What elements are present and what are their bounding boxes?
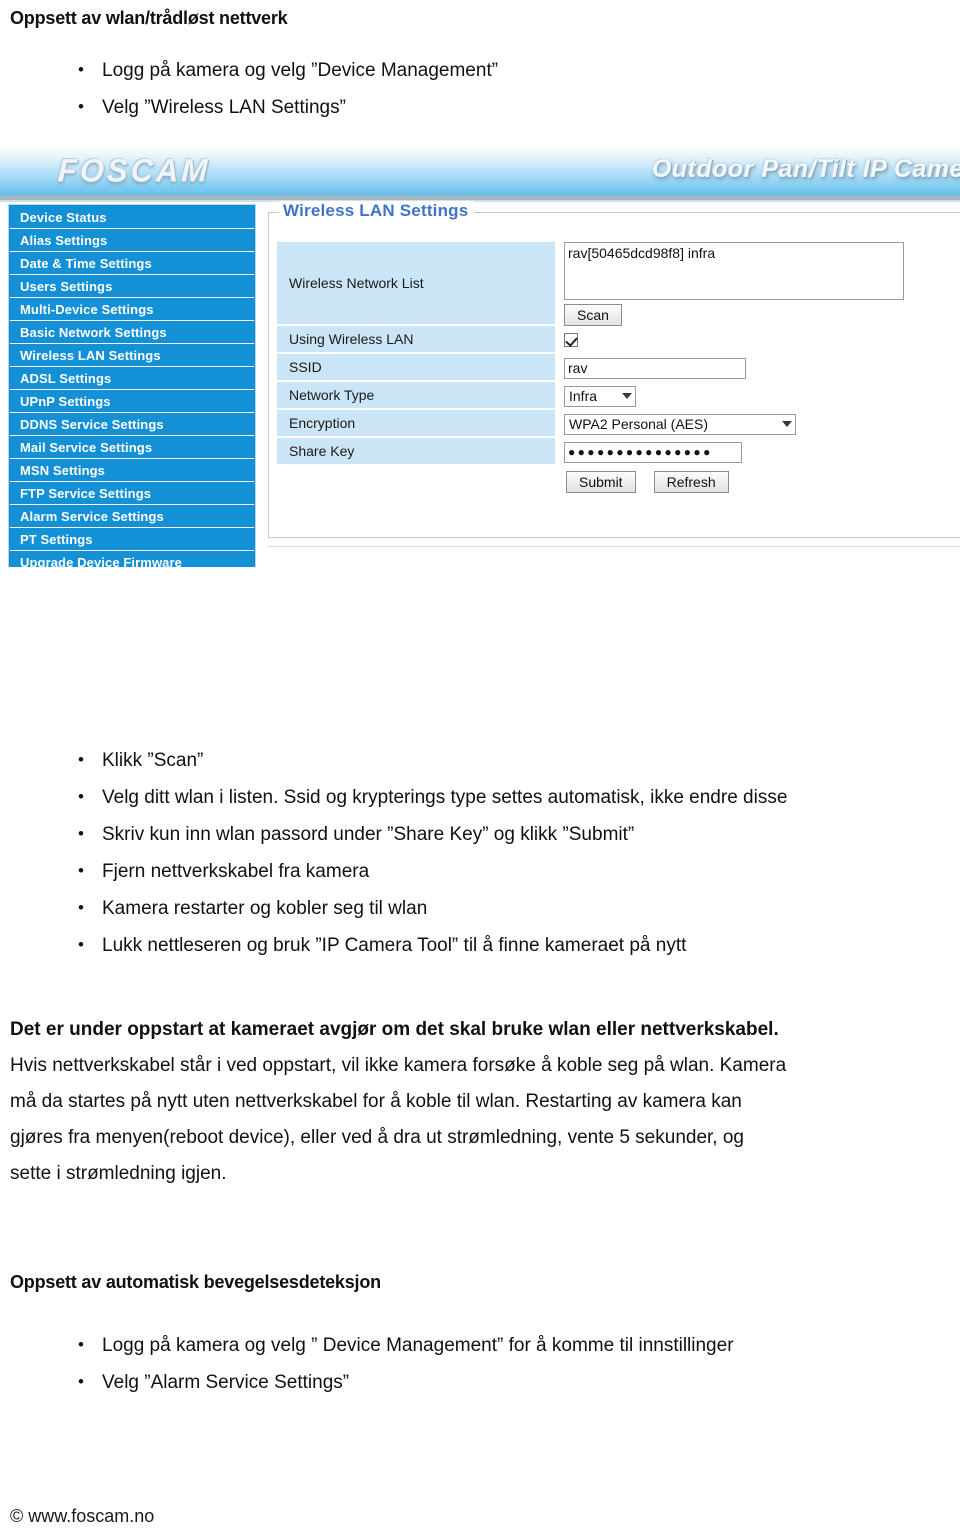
sidebar-item-mail-service-settings[interactable]: Mail Service Settings — [10, 436, 254, 459]
list-item: Logg på kamera og velg ” Device Manageme… — [70, 1326, 734, 1364]
intro-bullet-list: Logg på kamera og velg ”Device Managemen… — [70, 51, 498, 126]
panel-legend: Wireless LAN Settings — [279, 201, 475, 221]
list-item: Logg på kamera og velg ”Device Managemen… — [70, 51, 498, 89]
submit-button[interactable]: Submit — [566, 471, 636, 493]
row-using-wireless-lan: Using Wireless LAN — [277, 326, 957, 354]
sidebar-item-alarm-service-settings[interactable]: Alarm Service Settings — [10, 505, 254, 528]
share-key-input[interactable]: ●●●●●●●●●●●●●●● — [564, 441, 742, 463]
list-item: Fjern nettverkskabel fra kamera — [70, 852, 787, 890]
sidebar-item-users-settings[interactable]: Users Settings — [10, 275, 254, 298]
list-item: Lukk nettleseren og bruk ”IP Camera Tool… — [70, 926, 787, 964]
encryption-label: Encryption — [277, 410, 555, 438]
chevron-down-icon — [622, 393, 632, 399]
refresh-button[interactable]: Refresh — [653, 471, 729, 493]
wireless-network-list-label: Wireless Network List — [277, 242, 555, 326]
steps-bullet-list: Klikk ”Scan” Velg ditt wlan i listen. Ss… — [70, 741, 787, 964]
embedded-camera-ui-screenshot: FOSCAM Outdoor Pan/Tilt IP Came Device S… — [0, 147, 960, 567]
footer-copyright: © www.foscam.no — [10, 1506, 155, 1526]
sidebar-item-upgrade-device-firmware[interactable]: Upgrade Device Firmware — [10, 551, 254, 567]
row-network-type: Network Type Infra — [277, 382, 957, 410]
note-line-3: gjøres fra menyen(reboot device), eller … — [10, 1127, 744, 1148]
sidebar-item-upnp-settings[interactable]: UPnP Settings — [10, 390, 254, 413]
encryption-value: WPA2 Personal (AES) — [569, 416, 709, 432]
camera-main-panel: Wireless LAN Settings Wireless Network L… — [268, 201, 960, 554]
share-key-label: Share Key — [277, 438, 555, 466]
encryption-select[interactable]: WPA2 Personal (AES) — [564, 413, 796, 435]
network-type-label: Network Type — [277, 382, 555, 410]
row-share-key: Share Key ●●●●●●●●●●●●●●● — [277, 438, 957, 466]
foscam-logo: FOSCAM — [57, 152, 211, 189]
sidebar-item-device-status[interactable]: Device Status — [10, 206, 254, 229]
row-ssid: SSID rav — [277, 354, 957, 382]
camera-sidebar: Device Status Alias Settings Date & Time… — [8, 204, 256, 567]
chevron-down-icon — [782, 421, 792, 427]
scan-button[interactable]: Scan — [564, 304, 622, 326]
wireless-settings-form: Wireless Network List rav[50465dcd98f8] … — [277, 242, 957, 493]
sidebar-item-pt-settings[interactable]: PT Settings — [10, 528, 254, 551]
sidebar-item-adsl-settings[interactable]: ADSL Settings — [10, 367, 254, 390]
page-title: Oppsett av wlan/trådløst nettverk — [10, 8, 288, 28]
sidebar-item-ddns-service-settings[interactable]: DDNS Service Settings — [10, 413, 254, 436]
using-wireless-lan-label: Using Wireless LAN — [277, 326, 555, 354]
wireless-network-list-box[interactable]: rav[50465dcd98f8] infra — [564, 242, 904, 300]
banner-underline — [0, 195, 960, 202]
form-actions: Submit Refresh — [277, 471, 957, 493]
sidebar-item-ftp-service-settings[interactable]: FTP Service Settings — [10, 482, 254, 505]
note-heading: Det er under oppstart at kameraet avgjør… — [10, 1019, 779, 1040]
list-item: Velg ”Wireless LAN Settings” — [70, 88, 498, 126]
ssid-label: SSID — [277, 354, 555, 382]
camera-model-title: Outdoor Pan/Tilt IP Came — [651, 155, 960, 183]
sidebar-item-date-time-settings[interactable]: Date & Time Settings — [10, 252, 254, 275]
sidebar-item-basic-network-settings[interactable]: Basic Network Settings — [10, 321, 254, 344]
motion-bullet-list: Logg på kamera og velg ” Device Manageme… — [70, 1326, 734, 1401]
network-type-value: Infra — [569, 388, 598, 404]
sidebar-item-wireless-lan-settings[interactable]: Wireless LAN Settings — [10, 344, 254, 367]
list-item: Velg ”Alarm Service Settings” — [70, 1363, 734, 1401]
note-line-2: må da startes på nytt uten nettverkskabe… — [10, 1091, 742, 1112]
using-wireless-lan-checkbox[interactable] — [564, 333, 578, 347]
row-wireless-network-list: Wireless Network List rav[50465dcd98f8] … — [277, 242, 957, 326]
sidebar-item-alias-settings[interactable]: Alias Settings — [10, 229, 254, 252]
note-line-4: sette i strømledning igjen. — [10, 1163, 227, 1184]
row-encryption: Encryption WPA2 Personal (AES) — [277, 410, 957, 438]
note-line-1: Hvis nettverkskabel står i ved oppstart,… — [10, 1055, 787, 1076]
ssid-input[interactable]: rav — [564, 357, 746, 379]
panel-bottom-divider — [268, 546, 960, 547]
list-item: Klikk ”Scan” — [70, 741, 787, 779]
list-item: Kamera restarter og kobler seg til wlan — [70, 889, 787, 927]
list-item: Velg ditt wlan i listen. Ssid og krypter… — [70, 778, 787, 816]
list-item: Skriv kun inn wlan passord under ”Share … — [70, 815, 787, 853]
section-title-motion-detection: Oppsett av automatisk bevegelsesdeteksjo… — [10, 1272, 381, 1292]
network-type-select[interactable]: Infra — [564, 385, 636, 407]
sidebar-item-msn-settings[interactable]: MSN Settings — [10, 459, 254, 482]
sidebar-item-multi-device-settings[interactable]: Multi-Device Settings — [10, 298, 254, 321]
